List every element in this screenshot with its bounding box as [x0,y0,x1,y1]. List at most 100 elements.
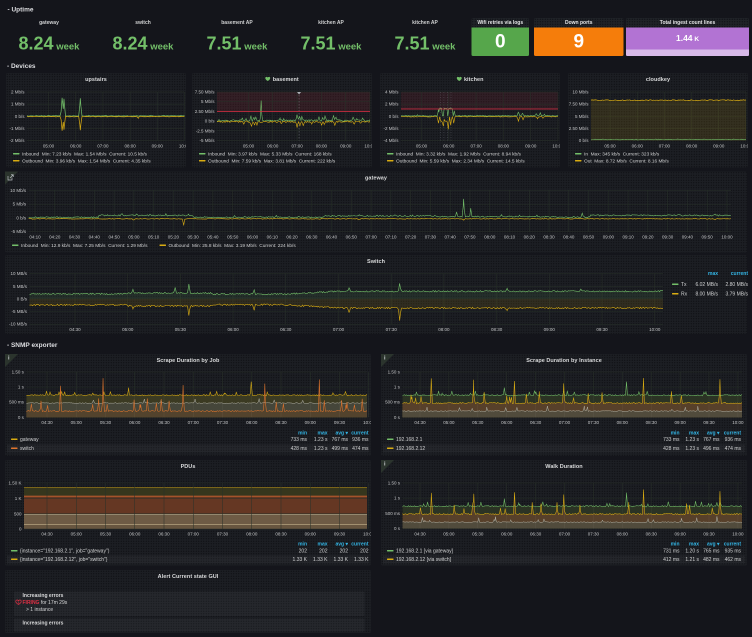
svg-text:-10 MB/s: -10 MB/s [9,322,28,327]
svg-text:-4 Mb/s: -4 Mb/s [383,138,399,143]
svg-text:09:30: 09:30 [703,420,715,425]
svg-text:0 s: 0 s [394,415,401,420]
svg-text:09:00: 09:00 [152,144,164,149]
svg-text:07:00: 07:00 [188,420,200,425]
svg-text:09:30: 09:30 [334,420,346,425]
svg-text:08:30: 08:30 [543,235,555,240]
svg-text:05:00: 05:00 [43,144,55,149]
svg-text:1 s: 1 s [394,385,401,390]
svg-text:5 Mb/s: 5 Mb/s [13,202,27,207]
svg-text:08:30: 08:30 [491,327,503,332]
svg-text:04:20: 04:20 [49,235,61,240]
svg-text:-5 MB/s: -5 MB/s [11,309,27,314]
svg-text:07:30: 07:30 [588,532,600,537]
svg-text:500: 500 [14,511,22,516]
svg-text:08:30: 08:30 [646,420,658,425]
svg-text:08:00: 08:00 [617,420,629,425]
svg-text:09:40: 09:40 [682,235,694,240]
svg-text:05:30: 05:30 [100,532,112,537]
svg-text:06:10: 06:10 [267,235,279,240]
svg-text:-2.5 Mb/s: -2.5 Mb/s [196,128,216,133]
svg-text:06:00: 06:00 [70,144,82,149]
svg-text:10:00: 10:00 [364,144,372,149]
svg-text:04:30: 04:30 [41,532,53,537]
svg-text:09:00: 09:00 [340,144,352,149]
svg-text:08:10: 08:10 [504,235,516,240]
svg-text:08:00: 08:00 [246,420,258,425]
svg-text:08:00: 08:00 [617,532,629,537]
svg-text:05:00: 05:00 [243,144,255,149]
svg-text:04:40: 04:40 [89,235,101,240]
svg-text:1.50 s: 1.50 s [388,370,401,375]
svg-text:5 Mb/s: 5 Mb/s [201,99,215,104]
svg-text:09:00: 09:00 [525,144,537,149]
svg-text:05:00: 05:00 [443,420,455,425]
svg-text:09:00: 09:00 [674,532,686,537]
svg-text:-2 Mb/s: -2 Mb/s [383,126,399,131]
svg-text:08:30: 08:30 [275,420,287,425]
svg-text:07:00: 07:00 [559,420,571,425]
svg-text:08:30: 08:30 [646,532,658,537]
svg-text:08:00: 08:00 [686,144,698,149]
svg-text:07:50: 07:50 [464,235,476,240]
svg-text:07:30: 07:30 [217,532,229,537]
svg-text:06:00: 06:00 [501,532,513,537]
svg-text:08:00: 08:00 [498,144,510,149]
svg-text:06:20: 06:20 [286,235,298,240]
svg-text:10:00: 10:00 [179,144,186,149]
svg-text:06:40: 06:40 [326,235,338,240]
svg-text:10:00: 10:00 [732,420,744,425]
svg-text:07:00: 07:00 [470,144,482,149]
svg-text:07:00: 07:00 [97,144,109,149]
svg-text:0: 0 [19,527,22,532]
svg-text:07:00: 07:00 [188,532,200,537]
svg-text:4 Mb/s: 4 Mb/s [385,90,399,95]
svg-text:07:20: 07:20 [405,235,417,240]
svg-text:10:00: 10:00 [732,532,744,537]
svg-text:06:30: 06:30 [530,532,542,537]
svg-text:06:00: 06:00 [247,235,259,240]
svg-text:08:00: 08:00 [124,144,136,149]
svg-text:10:00: 10:00 [740,144,748,149]
svg-text:05:00: 05:00 [128,235,140,240]
svg-text:09:00: 09:00 [305,532,317,537]
svg-text:2 Mb/s: 2 Mb/s [385,102,399,107]
svg-text:06:30: 06:30 [280,327,292,332]
svg-text:06:00: 06:00 [632,144,644,149]
svg-text:04:30: 04:30 [414,420,426,425]
svg-text:1.50 s: 1.50 s [388,481,401,486]
svg-text:06:00: 06:00 [129,420,141,425]
svg-text:05:00: 05:00 [416,144,428,149]
svg-text:07:00: 07:00 [559,532,571,537]
svg-text:05:00: 05:00 [71,420,83,425]
svg-text:-5 Mb/s: -5 Mb/s [199,138,215,143]
svg-text:09:00: 09:00 [674,420,686,425]
svg-text:10 Mb/s: 10 Mb/s [572,90,589,95]
svg-text:09:10: 09:10 [622,235,634,240]
svg-text:05:30: 05:30 [472,420,484,425]
svg-text:09:00: 09:00 [544,327,556,332]
svg-text:04:30: 04:30 [414,532,426,537]
svg-text:09:00: 09:00 [305,420,317,425]
svg-text:05:50: 05:50 [227,235,239,240]
svg-text:07:00: 07:00 [365,235,377,240]
svg-text:07:00: 07:00 [291,144,303,149]
svg-text:05:40: 05:40 [207,235,219,240]
svg-text:10:00: 10:00 [363,532,371,537]
svg-text:07:10: 07:10 [385,235,397,240]
svg-text:10:00: 10:00 [721,235,733,240]
svg-text:09:50: 09:50 [702,235,714,240]
svg-text:1 K: 1 K [15,496,22,501]
svg-text:7.50 Mb/s: 7.50 Mb/s [569,102,590,107]
svg-text:0 B/s: 0 B/s [17,296,28,301]
svg-text:05:10: 05:10 [148,235,160,240]
svg-text:07:00: 07:00 [659,144,671,149]
svg-text:2.50 Mb/s: 2.50 Mb/s [569,126,590,131]
svg-text:0 b/s: 0 b/s [15,114,26,119]
svg-text:05:30: 05:30 [188,235,200,240]
svg-text:1 s: 1 s [394,496,401,501]
svg-text:06:00: 06:00 [267,144,279,149]
svg-text:08:00: 08:00 [246,532,258,537]
svg-text:09:30: 09:30 [596,327,608,332]
svg-text:0 b/s: 0 b/s [389,114,400,119]
